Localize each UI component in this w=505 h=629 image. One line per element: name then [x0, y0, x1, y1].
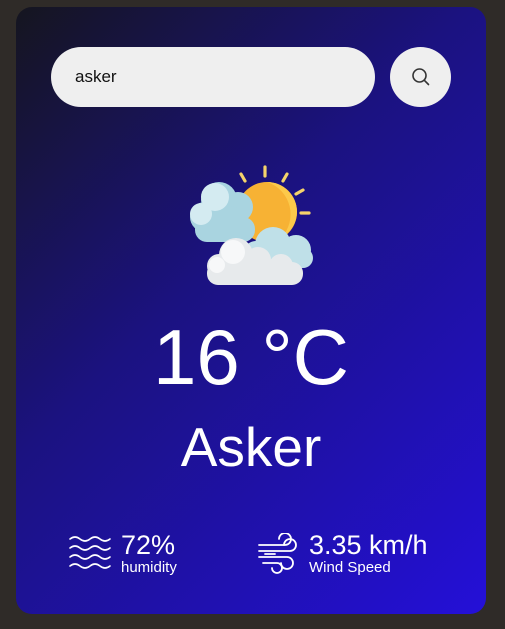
partly-cloudy-icon — [181, 162, 321, 287]
wind-value: 3.35 km/h — [309, 530, 428, 560]
search-button[interactable] — [390, 47, 451, 107]
search-icon — [411, 68, 429, 86]
temperature: 16 °C — [153, 313, 349, 401]
search-input[interactable] — [51, 47, 375, 107]
city-name: Asker — [180, 416, 322, 478]
wind-icon — [258, 533, 297, 574]
wind-detail: 3.35 km/h Wind Speed — [257, 529, 428, 579]
humidity-value: 72% — [121, 530, 176, 560]
humidity-label: humidity — [121, 559, 177, 576]
humidity-waves-icon — [69, 536, 111, 569]
search-bar — [51, 47, 451, 107]
humidity-detail: 72% humidity — [69, 529, 177, 579]
weather-card: 16 °C Asker 72% humidity — [16, 7, 486, 614]
wind-label: Wind Speed — [309, 559, 391, 576]
